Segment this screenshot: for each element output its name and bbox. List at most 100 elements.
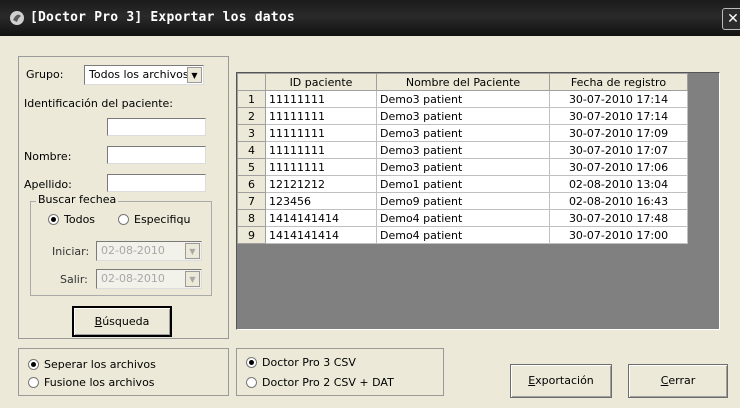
patient-name-cell[interactable]: Demo1 patient	[376, 175, 550, 193]
record-date-cell[interactable]: 30-07-2010 17:14	[549, 107, 688, 125]
radio-checked-icon	[246, 357, 257, 368]
patient-name-cell[interactable]: Demo3 patient	[376, 107, 550, 125]
record-date-cell[interactable]: 30-07-2010 17:09	[549, 124, 688, 142]
export-button-rest: xportación	[535, 374, 594, 387]
column-header-patient-name[interactable]: Nombre del Paciente	[376, 73, 550, 91]
end-date-picker[interactable]: 02-08-2010 ▼	[96, 269, 202, 289]
close-button-rest: errar	[668, 374, 696, 387]
close-button[interactable]: Cerrar	[628, 364, 728, 398]
export-button[interactable]: Exportación	[510, 364, 612, 398]
row-number-cell[interactable]: 9	[237, 226, 266, 244]
row-number-cell[interactable]: 1	[237, 90, 266, 108]
name-field[interactable]	[107, 146, 206, 164]
record-date-cell[interactable]: 30-07-2010 17:48	[549, 209, 688, 227]
close-window-button[interactable]: ✕	[722, 8, 740, 30]
end-date-value: 02-08-2010	[101, 272, 165, 285]
results-table: ID paciente Nombre del Paciente Fecha de…	[237, 73, 688, 244]
row-number-cell[interactable]: 7	[237, 192, 266, 210]
date-specify-label: Especifiqu	[134, 213, 191, 226]
format-csv3-label: Doctor Pro 3 CSV	[262, 356, 356, 369]
row-number-cell[interactable]: 3	[237, 124, 266, 142]
row-number-header	[237, 73, 266, 91]
table-row[interactable]: 7 123456 Demo9 patient 02-08-2010 16:43	[237, 192, 688, 210]
table-row[interactable]: 9 1414141414 Demo4 patient 30-07-2010 17:00	[237, 226, 688, 244]
patient-id-cell[interactable]: 11111111	[265, 158, 377, 176]
date-search-legend: Buscar fechea	[36, 193, 119, 206]
date-specify-radio[interactable]: Especifiqu	[118, 213, 190, 226]
format-csv3-radio[interactable]: Doctor Pro 3 CSV	[246, 356, 356, 369]
patient-id-cell[interactable]: 11111111	[265, 124, 377, 142]
record-date-cell[interactable]: 30-07-2010 17:07	[549, 141, 688, 159]
chevron-down-icon[interactable]: ▼	[187, 67, 202, 83]
table-row[interactable]: 6 12121212 Demo1 patient 02-08-2010 13:04	[237, 175, 688, 193]
radio-unchecked-icon	[28, 377, 39, 388]
title-bar[interactable]: [Doctor Pro 3] Exportar los datos ✕	[0, 0, 740, 36]
radio-unchecked-icon	[118, 214, 129, 225]
search-button-rest: úsqueda	[102, 315, 150, 328]
patient-name-cell[interactable]: Demo4 patient	[376, 209, 550, 227]
record-date-cell[interactable]: 02-08-2010 16:43	[549, 192, 688, 210]
record-date-cell[interactable]: 30-07-2010 17:00	[549, 226, 688, 244]
start-date-picker[interactable]: 02-08-2010 ▼	[96, 241, 202, 261]
row-number-cell[interactable]: 6	[237, 175, 266, 193]
start-date-value: 02-08-2010	[101, 244, 165, 257]
start-date-label: Iniciar:	[52, 245, 90, 258]
radio-unchecked-icon	[246, 377, 257, 388]
patient-name-cell[interactable]: Demo4 patient	[376, 226, 550, 244]
app-icon	[10, 11, 24, 25]
export-dialog: [Doctor Pro 3] Exportar los datos ✕ Grup…	[0, 0, 740, 408]
chevron-down-icon[interactable]: ▼	[185, 243, 200, 259]
separate-files-label: Seperar los archivos	[44, 358, 156, 371]
row-number-cell[interactable]: 8	[237, 209, 266, 227]
patient-id-cell[interactable]: 1414141414	[265, 209, 377, 227]
format-csv2-label: Doctor Pro 2 CSV + DAT	[262, 376, 394, 389]
row-number-cell[interactable]: 2	[237, 107, 266, 125]
separate-files-radio[interactable]: Seperar los archivos	[28, 358, 156, 371]
date-all-radio[interactable]: Todos	[48, 213, 95, 226]
end-date-label: Salir:	[60, 273, 88, 286]
patient-id-cell[interactable]: 12121212	[265, 175, 377, 193]
record-date-cell[interactable]: 30-07-2010 17:14	[549, 90, 688, 108]
table-row[interactable]: 8 1414141414 Demo4 patient 30-07-2010 17:48	[237, 209, 688, 227]
search-button[interactable]: Búsqueda	[72, 306, 172, 337]
table-row[interactable]: 3 11111111 Demo3 patient 30-07-2010 17:09	[237, 124, 688, 142]
patient-id-cell[interactable]: 11111111	[265, 141, 377, 159]
format-csv2-radio[interactable]: Doctor Pro 2 CSV + DAT	[246, 376, 394, 389]
close-icon: ✕	[727, 11, 739, 27]
record-date-cell[interactable]: 02-08-2010 13:04	[549, 175, 688, 193]
row-number-cell[interactable]: 5	[237, 158, 266, 176]
patient-name-cell[interactable]: Demo3 patient	[376, 90, 550, 108]
record-date-cell[interactable]: 30-07-2010 17:06	[549, 158, 688, 176]
table-row[interactable]: 4 11111111 Demo3 patient 30-07-2010 17:07	[237, 141, 688, 159]
patient-name-cell[interactable]: Demo3 patient	[376, 158, 550, 176]
patient-id-cell[interactable]: 123456	[265, 192, 377, 210]
radio-checked-icon	[28, 359, 39, 370]
name-label: Nombre:	[24, 150, 72, 163]
patient-id-field[interactable]	[107, 118, 206, 136]
group-select[interactable]: Todos los archivos ▼	[84, 65, 204, 85]
patient-id-cell[interactable]: 11111111	[265, 107, 377, 125]
group-select-value: Todos los archivos	[89, 68, 189, 81]
patient-id-cell[interactable]: 1414141414	[265, 226, 377, 244]
patient-id-label: Identificación del paciente:	[24, 97, 174, 110]
table-row[interactable]: 2 11111111 Demo3 patient 30-07-2010 17:14	[237, 107, 688, 125]
surname-label: Apellido:	[24, 178, 72, 191]
table-row[interactable]: 5 11111111 Demo3 patient 30-07-2010 17:06	[237, 158, 688, 176]
column-header-patient-id[interactable]: ID paciente	[265, 73, 377, 91]
table-row[interactable]: 1 11111111 Demo3 patient 30-07-2010 17:14	[237, 90, 688, 108]
group-label: Grupo:	[26, 68, 64, 81]
header-row: ID paciente Nombre del Paciente Fecha de…	[237, 73, 688, 91]
patient-id-cell[interactable]: 11111111	[265, 90, 377, 108]
chevron-down-icon[interactable]: ▼	[185, 271, 200, 287]
row-number-cell[interactable]: 4	[237, 141, 266, 159]
surname-field[interactable]	[107, 174, 206, 192]
results-grid[interactable]: ID paciente Nombre del Paciente Fecha de…	[236, 72, 720, 330]
patient-name-cell[interactable]: Demo9 patient	[376, 192, 550, 210]
merge-files-label: Fusione los archivos	[44, 376, 155, 389]
radio-checked-icon	[48, 214, 59, 225]
patient-name-cell[interactable]: Demo3 patient	[376, 124, 550, 142]
results-table-body: 1 11111111 Demo3 patient 30-07-2010 17:14 2 1…	[237, 90, 688, 244]
patient-name-cell[interactable]: Demo3 patient	[376, 141, 550, 159]
merge-files-radio[interactable]: Fusione los archivos	[28, 376, 155, 389]
column-header-record-date[interactable]: Fecha de registro	[549, 73, 688, 91]
